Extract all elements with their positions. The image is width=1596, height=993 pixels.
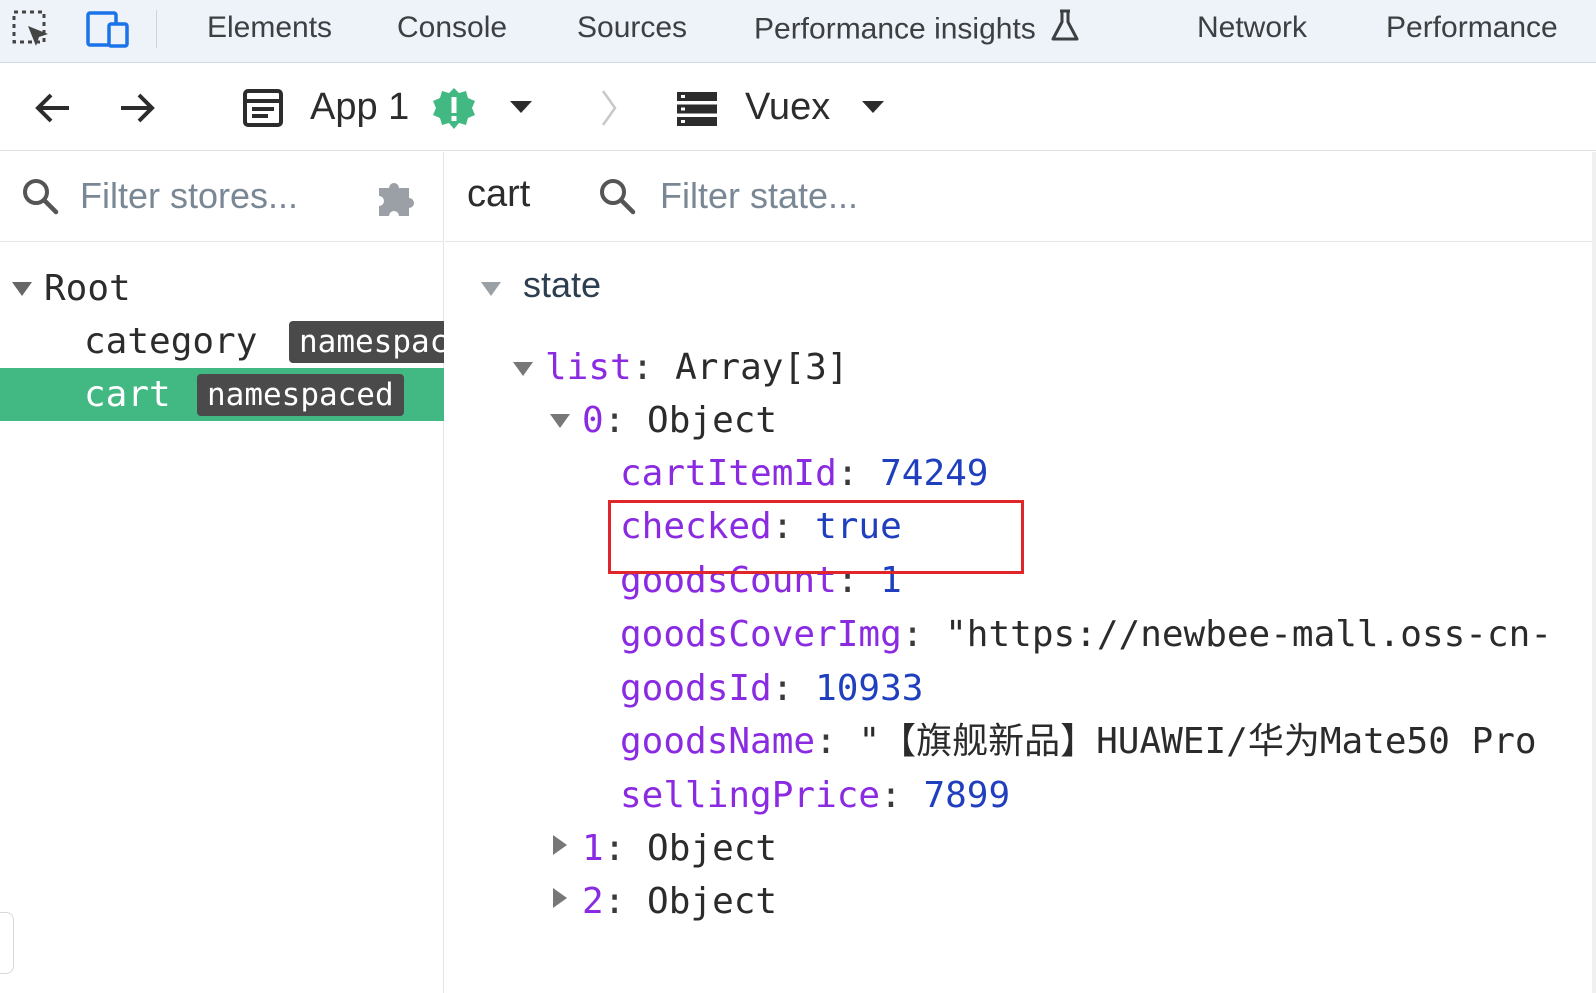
device-toolbar-icon[interactable] [84,6,132,54]
stores-pane: Root category namespaced cart namespaced [0,152,444,993]
collapse-triangle-icon[interactable] [481,282,501,296]
tab-performance-insights-label: Performance insights [754,12,1036,46]
tree-item-label: cart [84,374,171,415]
puzzle-plugin-icon[interactable] [373,174,419,225]
flask-icon [1050,8,1080,53]
state-key: list [545,347,632,388]
array-index: 1 [582,828,604,869]
field-sellingPrice[interactable]: sellingPrice: 7899 [620,772,1010,820]
plugin-selector-label[interactable]: Vuex [745,85,830,129]
plugin-dropdown-icon[interactable] [862,101,884,120]
tree-item-category[interactable]: category namespaced [0,315,444,368]
tab-network[interactable]: Network [1197,8,1307,48]
search-icon [597,176,637,221]
field-value: "【旗舰新品】HUAWEI/华为Mate50 Pro [858,721,1537,762]
field-value: 10933 [815,668,924,709]
tab-performance-insights[interactable]: Performance insights [754,8,1080,48]
vuex-store-icon [676,91,718,132]
field-key: goodsCoverImg [620,614,902,655]
tab-console[interactable]: Console [397,8,507,48]
field-cartItemId[interactable]: cartItemId: 74249 [620,450,988,498]
pane-collapse-handle[interactable] [0,912,14,974]
field-key: cartItemId [620,453,837,494]
devtools-tabbar: Elements Console Sources Performance ins… [0,0,1596,63]
inspect-element-icon[interactable] [8,6,56,54]
filter-state-input[interactable] [660,170,1060,222]
state-section-label: state [523,264,602,305]
field-goodsName[interactable]: goodsName: "【旗舰新品】HUAWEI/华为Mate50 Pro [620,718,1537,766]
tab-sources[interactable]: Sources [577,8,687,48]
tree-item-label: category [84,321,258,362]
selected-store-name: cart [467,173,531,215]
app-selector-label[interactable]: App 1 [310,85,409,129]
forward-arrow-icon[interactable] [112,83,162,133]
array-item-type: Object [647,828,778,869]
vue-devtools-toolbar: App 1 Vuex [0,63,1596,151]
app-dropdown-icon[interactable] [510,101,532,120]
array-index: 0 [582,400,604,441]
field-key: sellingPrice [620,775,881,816]
tab-performance[interactable]: Performance [1386,8,1558,48]
array-item-type: Object [647,881,778,922]
namespaced-badge: namespaced [289,321,444,363]
array-item-0[interactable]: 0: Object [582,397,777,445]
array-index: 2 [582,881,604,922]
pane-edge [1592,152,1596,993]
state-value: Array[3] [675,347,849,388]
array-item-1[interactable]: 1: Object [582,825,777,873]
filter-stores-input[interactable] [80,170,360,222]
highlight-annotation-box [608,500,1024,574]
back-arrow-icon[interactable] [28,83,78,133]
field-value: 74249 [880,453,989,494]
tab-elements[interactable]: Elements [207,8,332,48]
expand-triangle-icon[interactable] [553,888,567,908]
tabbar-divider [156,10,157,48]
expand-triangle-icon [12,282,32,296]
breadcrumb-chevron-icon [600,89,618,132]
field-key: goodsName [620,721,816,762]
stores-filter-bar [0,152,444,242]
collapse-triangle-icon[interactable] [550,414,570,428]
state-entry-list[interactable]: list: Array[3] [545,344,848,392]
field-value: "https://newbee-mall.oss-cn- [945,614,1552,655]
namespaced-badge: namespaced [197,374,404,416]
tree-item-cart[interactable]: cart namespaced [0,368,444,421]
array-item-2[interactable]: 2: Object [582,878,777,926]
field-value: 7899 [923,775,1011,816]
tree-item-root[interactable]: Root [0,262,444,315]
warning-badge-icon [432,87,476,131]
expand-triangle-icon[interactable] [553,835,567,855]
tree-item-label: Root [44,268,131,309]
state-header: cart [445,152,1596,242]
field-goodsId[interactable]: goodsId: 10933 [620,665,923,713]
search-icon [20,176,60,221]
app-window-icon [242,88,284,133]
field-key: goodsId [620,668,772,709]
array-item-type: Object [647,400,778,441]
collapse-triangle-icon[interactable] [513,362,533,376]
field-goodsCoverImg[interactable]: goodsCoverImg: "https://newbee-mall.oss-… [620,611,1552,659]
